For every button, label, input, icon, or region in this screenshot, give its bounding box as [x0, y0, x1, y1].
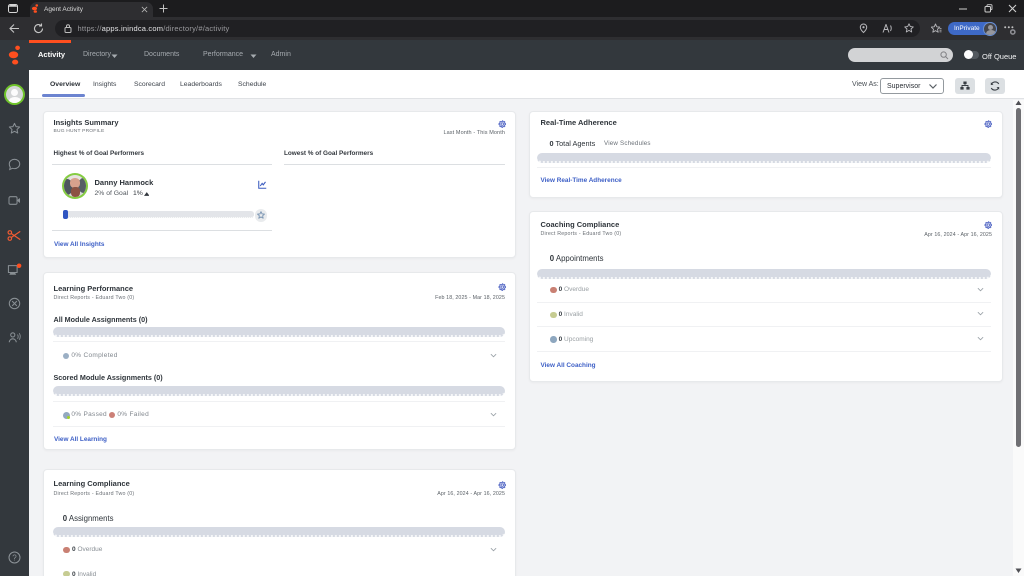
svg-text:?: ?	[12, 553, 17, 562]
